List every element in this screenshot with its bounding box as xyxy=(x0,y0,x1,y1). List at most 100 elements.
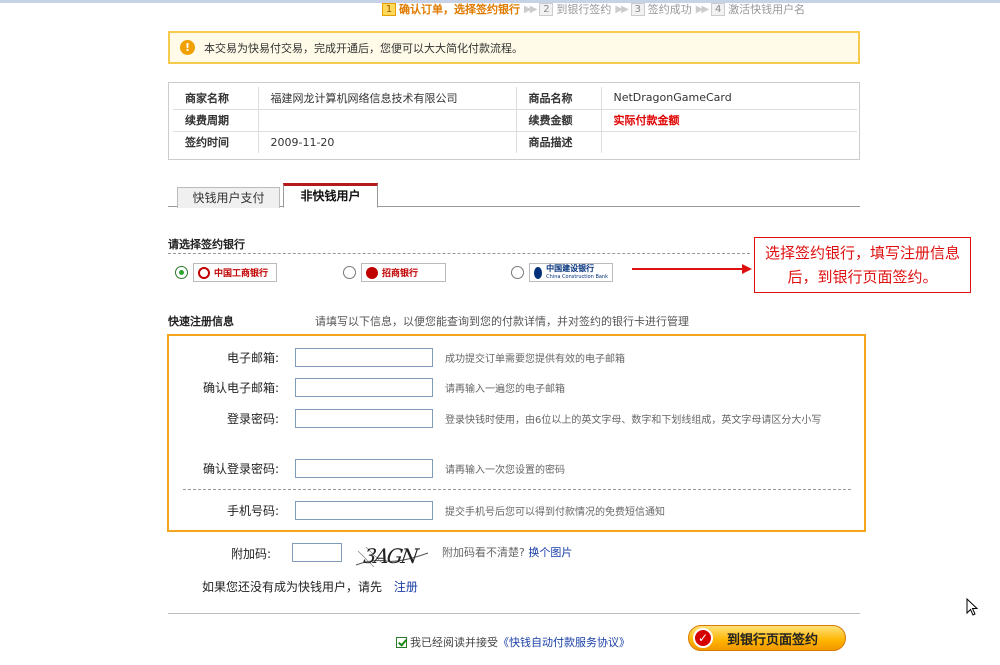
radio-ccb[interactable] xyxy=(511,266,524,279)
progress-steps: 1 确认订单，选择签约银行 ▶▶ 2 到银行签约 ▶▶ 3 签约成功 ▶▶ 4 … xyxy=(382,2,805,16)
form-row-password-confirm: 确认登录密码: 请再输入一次您设置的密码 xyxy=(169,459,565,478)
product-desc-label: 商品描述 xyxy=(516,131,602,153)
password-hint: 登录快钱时使用，由6位以上的英文字母、数字和下划线组成，英文字母请区分大小写 xyxy=(445,415,822,426)
bank-name: 招商银行 xyxy=(382,269,419,279)
bank-option-icbc[interactable]: 中国工商银行 xyxy=(175,263,277,282)
step-label: 到银行签约 xyxy=(556,3,612,16)
password-field[interactable] xyxy=(295,409,433,428)
table-row: 商家名称 福建网龙计算机网络信息技术有限公司 商品名称 NetDragonGam… xyxy=(173,87,857,110)
agreement-line: 我已经阅读并接受 《快钱自动付款服务协议》 xyxy=(396,634,630,650)
info-icon: ! xyxy=(180,40,195,55)
form-row-password: 登录密码: 登录快钱时使用，由6位以上的英文字母、数字和下划线组成，英文字母请区… xyxy=(169,409,821,428)
bank-option-cmb[interactable]: 招商银行 xyxy=(343,263,446,282)
ccb-logo: 中国建设银行 China Construction Bank xyxy=(529,263,613,282)
payment-tabs: 快钱用户支付 非快钱用户 xyxy=(168,183,860,208)
password-confirm-hint: 请再输入一次您设置的密码 xyxy=(445,465,565,476)
step-arrow-icon: ▶▶ xyxy=(524,3,537,15)
cmb-logo: 招商银行 xyxy=(361,263,446,282)
bank-name: 中国工商银行 xyxy=(214,269,269,279)
merchant-name-value: 福建网龙计算机网络信息技术有限公司 xyxy=(258,87,517,110)
change-captcha-link[interactable]: 换个图片 xyxy=(528,546,572,559)
password-confirm-label: 确认登录密码: xyxy=(202,462,279,476)
step-number: 4 xyxy=(711,2,726,16)
notice-text: 本交易为快易付交易，完成开通后，您便可以大大简化付款流程。 xyxy=(204,41,523,55)
captcha-field[interactable] xyxy=(292,543,342,562)
merchant-info-table: 商家名称 福建网龙计算机网络信息技术有限公司 商品名称 NetDragonGam… xyxy=(168,82,860,160)
table-row: 续费周期 续费金额 实际付款金额 xyxy=(173,109,857,132)
divider xyxy=(168,613,860,614)
sign-at-bank-button[interactable]: ✓ 到银行页面签约 xyxy=(688,625,846,651)
renewal-period-label: 续费周期 xyxy=(173,109,259,132)
email-confirm-hint: 请再输入一遍您的电子邮箱 xyxy=(445,384,565,395)
icbc-logo: 中国工商银行 xyxy=(193,263,277,282)
step-2: 2 到银行签约 xyxy=(539,1,611,17)
check-icon: ✓ xyxy=(693,628,713,648)
product-name-value: NetDragonGameCard xyxy=(601,87,857,110)
merchant-name-label: 商家名称 xyxy=(173,87,259,110)
registration-hint: 请填写以下信息，以便您能查询到您的付款详情，并对签约的银行卡进行管理 xyxy=(315,315,689,328)
step-3: 3 签约成功 xyxy=(630,1,692,17)
sign-date-value: 2009-11-20 xyxy=(258,131,517,153)
form-row-email: 电子邮箱: 成功提交订单需要您提供有效的电子邮箱 xyxy=(169,348,625,367)
captcha-text: 3AGN xyxy=(362,544,421,568)
step-4: 4 激活快钱用户名 xyxy=(711,1,805,17)
divider xyxy=(168,253,750,254)
phone-field[interactable] xyxy=(295,501,433,520)
bank-section-title: 请选择签约银行 xyxy=(168,238,245,251)
product-name-label: 商品名称 xyxy=(516,87,602,110)
step-arrow-icon: ▶▶ xyxy=(695,3,709,15)
register-text: 如果您还没有成为快钱用户，请先 xyxy=(202,580,383,594)
renewal-period-value xyxy=(258,109,517,132)
step-label: 确认订单，选择签约银行 xyxy=(399,3,520,16)
agreement-text: 我已经阅读并接受 xyxy=(410,636,498,649)
product-desc-value xyxy=(601,131,857,153)
email-label: 电子邮箱: xyxy=(226,351,279,365)
bank-subname: China Construction Bank xyxy=(546,273,608,280)
divider xyxy=(183,489,851,490)
password-label: 登录密码: xyxy=(226,412,279,426)
step-number: 2 xyxy=(539,2,554,16)
ccb-mark-icon xyxy=(534,266,543,279)
annotation-arrow xyxy=(632,268,744,270)
renewal-amount-value: 实际付款金额 xyxy=(601,109,857,132)
mouse-pointer-icon xyxy=(966,598,978,616)
icbc-mark-icon xyxy=(198,266,210,279)
registration-title: 快速注册信息 xyxy=(168,315,234,328)
register-link[interactable]: 注册 xyxy=(394,580,418,594)
radio-icbc[interactable] xyxy=(175,266,188,279)
step-number: 3 xyxy=(630,2,645,16)
submit-label: 到银行页面签约 xyxy=(727,632,819,648)
phone-label: 手机号码: xyxy=(226,504,279,518)
renewal-amount-label: 续费金额 xyxy=(516,109,602,132)
registration-form: 电子邮箱: 成功提交订单需要您提供有效的电子邮箱 确认电子邮箱: 请再输入一遍您… xyxy=(167,334,866,532)
annotation-callout: 选择签约银行，填写注册信息后，到银行页面签约。 xyxy=(754,237,971,293)
email-confirm-label: 确认电子邮箱: xyxy=(202,381,279,395)
captcha-label: 附加码: xyxy=(231,547,272,561)
agreement-link[interactable]: 《快钱自动付款服务协议》 xyxy=(498,634,630,650)
phone-hint: 提交手机号后您可以得到付款情况的免费短信通知 xyxy=(445,507,665,518)
step-arrow-icon: ▶▶ xyxy=(615,3,628,15)
step-label: 激活快钱用户名 xyxy=(728,3,806,16)
email-hint: 成功提交订单需要您提供有效的电子邮箱 xyxy=(445,354,625,365)
captcha-image: 3AGN xyxy=(355,544,429,568)
radio-cmb[interactable] xyxy=(343,266,356,279)
arrow-head-icon xyxy=(742,264,752,274)
step-label: 签约成功 xyxy=(647,3,692,16)
bank-option-ccb[interactable]: 中国建设银行 China Construction Bank xyxy=(511,263,613,282)
cmb-mark-icon xyxy=(366,266,378,279)
register-prompt: 如果您还没有成为快钱用户，请先 注册 xyxy=(202,578,418,595)
password-confirm-field[interactable] xyxy=(295,459,433,478)
captcha-hint-text: 附加码看不清楚? xyxy=(442,546,525,559)
notice-box: ! 本交易为快易付交易，完成开通后，您便可以大大简化付款流程。 xyxy=(168,31,860,64)
agreement-checkbox[interactable] xyxy=(396,636,407,648)
table-row: 签约时间 2009-11-20 商品描述 xyxy=(173,131,857,153)
email-field[interactable] xyxy=(295,348,433,367)
tab-non-kuaiqian-user[interactable]: 非快钱用户 xyxy=(283,183,378,208)
captcha-hint: 附加码看不清楚? 换个图片 xyxy=(442,544,572,560)
step-number: 1 xyxy=(382,2,396,16)
bank-name: 中国建设银行 xyxy=(546,263,595,273)
email-confirm-field[interactable] xyxy=(295,378,433,397)
tab-kuaiqian-user[interactable]: 快钱用户支付 xyxy=(177,187,280,208)
form-row-email-confirm: 确认电子邮箱: 请再输入一遍您的电子邮箱 xyxy=(169,378,565,397)
sign-date-label: 签约时间 xyxy=(173,131,259,153)
